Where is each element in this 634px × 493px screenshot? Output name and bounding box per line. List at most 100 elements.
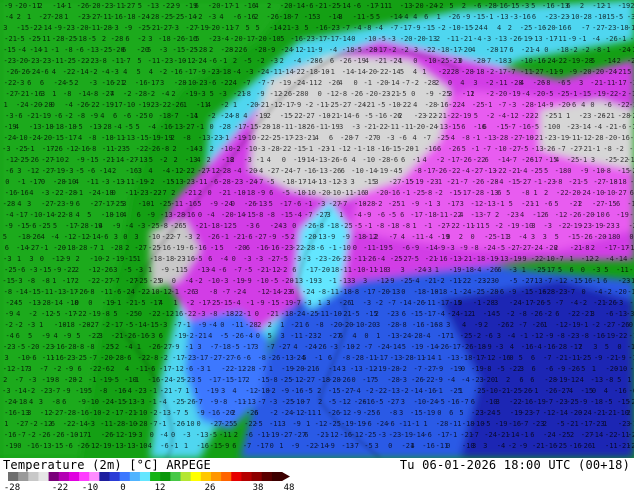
grid-value: -4 [507, 332, 515, 340]
grid-value: -16 [291, 387, 304, 395]
grid-value: -27 [182, 123, 195, 131]
grid-value: -12 [629, 211, 634, 219]
grid-value: 1 [627, 376, 631, 384]
grid-value: 5 [302, 354, 306, 362]
grid-value: -26 [100, 266, 113, 274]
grid-value: -9 [555, 68, 563, 76]
grid-value: -18 [268, 123, 281, 131]
grid-value: -16 [614, 387, 627, 395]
grid-value: -26 [448, 13, 461, 21]
grid-value: 5 [233, 222, 237, 230]
grid-value: 4 [208, 332, 212, 340]
grid-value: 6 [305, 321, 309, 329]
grid-value: -28 [113, 420, 126, 428]
grid-value: -24 [530, 244, 543, 252]
grid-value: -8 [398, 321, 406, 329]
grid-value: 3 [507, 233, 511, 241]
grid-value: -3 [3, 255, 11, 263]
grid-value: -11 [100, 288, 113, 296]
grid-value: -22 [447, 222, 460, 230]
grid-value: 2 [318, 79, 322, 87]
grid-value: -18 [158, 112, 171, 120]
grid-value: -17 [234, 123, 247, 131]
grid-value: -17 [375, 46, 388, 54]
grid-value: 6 [315, 365, 319, 373]
grid-value: -22 [556, 189, 569, 197]
grid-value: -7 [231, 24, 239, 32]
grid-value: -9 [462, 13, 470, 21]
grid-value: -20 [412, 123, 425, 131]
grid-value: -4 [294, 211, 302, 219]
grid-value: -19 [555, 376, 568, 384]
grid-value: -26 [543, 145, 556, 153]
grid-value: 3 [338, 13, 342, 21]
grid-value: -21 [555, 354, 568, 362]
grid-value: 0 [616, 233, 620, 241]
grid-value: -12 [338, 398, 351, 406]
grid-value: -9 [557, 365, 565, 373]
grid-value: -7 [173, 321, 181, 329]
grid-value: 1 [318, 299, 322, 307]
grid-value: -2 [256, 57, 264, 65]
grid-value: 2 [375, 310, 379, 318]
grid-value: -9 [63, 332, 71, 340]
grid-value: -5 [123, 266, 131, 274]
grid-value: 2 [267, 112, 271, 120]
grid-value: -2 [400, 387, 408, 395]
grid-value: 3 [197, 343, 201, 351]
grid-value: -5 [266, 178, 274, 186]
grid-value: -12 [64, 233, 77, 241]
grid-value: 0 [220, 321, 224, 329]
grid-value: 5 [88, 387, 92, 395]
legend-swatch [18, 472, 29, 481]
grid-value: -5 [88, 35, 96, 43]
grid-value: 2 [75, 255, 79, 263]
grid-value: 0 [446, 233, 450, 241]
grid-value: -18 [62, 321, 75, 329]
grid-value: -9 [210, 398, 218, 406]
grid-value: -19 [148, 134, 161, 142]
grid-value: -22 [51, 189, 64, 197]
grid-value: -23 [426, 178, 439, 186]
grid-value: -5 [65, 79, 73, 87]
legend-tick: -22 [52, 483, 68, 493]
grid-value: -2 [101, 255, 109, 263]
grid-value: 0 [582, 288, 586, 296]
grid-value: -13 [314, 178, 327, 186]
grid-value: -3 [352, 123, 360, 131]
grid-value: -3 [147, 332, 155, 340]
grid-value: 6 [461, 123, 465, 131]
grid-value: -8 [542, 79, 550, 87]
grid-value: -1 [304, 200, 312, 208]
grid-value: -19 [375, 244, 388, 252]
grid-value: 3 [350, 178, 354, 186]
grid-value: -7 [266, 343, 274, 351]
grid-value: 1 [437, 13, 441, 21]
grid-value: -6 [339, 156, 347, 164]
grid-value: 5 [485, 222, 489, 230]
grid-value: -10 [542, 255, 555, 263]
grid-value: -2 [569, 46, 577, 54]
grid-value: -21 [447, 178, 460, 186]
grid-value: -18 [387, 222, 400, 230]
grid-value: -3 [386, 134, 394, 142]
grid-value: 6 [5, 244, 9, 252]
grid-value: 2 [171, 90, 175, 98]
grid-value: 5 [184, 409, 188, 417]
grid-value: -3 [483, 35, 491, 43]
grid-value: -17 [196, 354, 209, 362]
grid-value: -2 [64, 112, 72, 120]
grid-value: -1 [627, 200, 634, 208]
grid-value: -21 [602, 112, 615, 120]
grid-value: -4 [5, 13, 13, 21]
grid-value: -7 [17, 431, 25, 439]
grid-value: -13 [628, 46, 634, 54]
grid-value: -1 [484, 101, 492, 109]
grid-value: -1 [221, 233, 229, 241]
grid-value: -28 [543, 288, 556, 296]
grid-value: 5 [558, 266, 562, 274]
grid-value: 2 [245, 376, 249, 384]
grid-value: -7 [351, 442, 359, 450]
grid-value: 2 [554, 244, 558, 252]
grid-value: -5 [482, 420, 490, 428]
